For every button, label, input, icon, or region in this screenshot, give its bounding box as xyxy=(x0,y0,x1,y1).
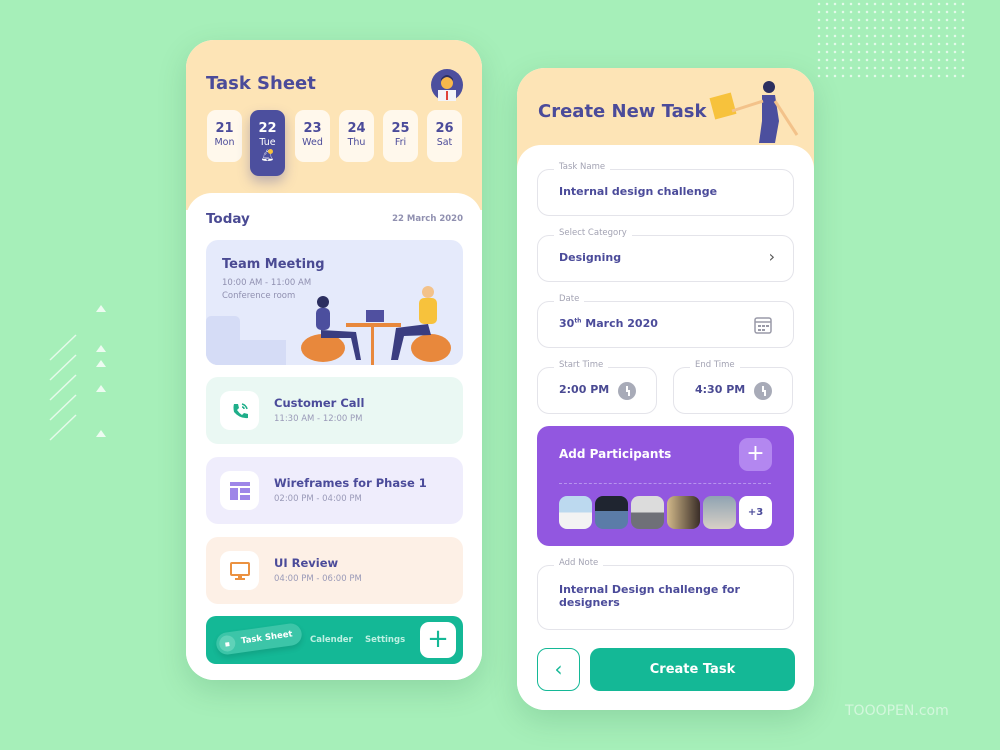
task-sheet-screen: Task Sheet 21 Mon 22 Tue 🔔︎ 23 Wed 24 Thu 25 F… xyxy=(186,40,482,680)
clock-icon xyxy=(754,382,772,400)
day-26[interactable]: 26 Sat xyxy=(427,110,462,162)
note-field[interactable]: Add Note Internal Design challenge for d… xyxy=(537,558,794,630)
day-number: 25 xyxy=(391,121,410,136)
task-title: Customer Call xyxy=(274,396,365,410)
day-name: Fri xyxy=(394,137,407,148)
end-time-field[interactable]: End Time 4:30 PM xyxy=(673,360,793,414)
dot-pattern xyxy=(815,0,965,80)
watermark: TOOOPEN.com xyxy=(845,703,949,719)
day-name: Thu xyxy=(347,137,366,148)
divider xyxy=(559,483,771,484)
day-number: 23 xyxy=(303,121,322,136)
day-name: Tue xyxy=(259,137,276,148)
add-participant-button[interactable]: + xyxy=(739,438,772,471)
grid-icon: ▪ xyxy=(218,634,237,653)
meeting-illustration xyxy=(206,286,451,365)
meeting-title: Team Meeting xyxy=(222,257,325,272)
day-name: Sat xyxy=(436,137,453,148)
task-title: Wireframes for Phase 1 xyxy=(274,476,427,490)
date-field[interactable]: Date 30th March 2020 xyxy=(537,294,794,348)
person-illustration xyxy=(709,81,799,143)
team-meeting-card[interactable]: Team Meeting 10:00 AM - 11:00 AM Confere… xyxy=(206,240,463,365)
today-date: 22 March 2020 xyxy=(392,214,463,224)
nav-settings[interactable]: Settings xyxy=(365,635,405,645)
field-value: Designing xyxy=(559,251,622,264)
task-time: 11:30 AM - 12:00 PM xyxy=(274,414,363,424)
clock-icon xyxy=(618,382,636,400)
decorative-shapes xyxy=(49,305,106,441)
phone-icon xyxy=(220,391,259,430)
day-number: 21 xyxy=(215,121,234,136)
day-name: Mon xyxy=(214,137,235,148)
day-name: Wed xyxy=(302,137,323,148)
create-task-button[interactable]: Create Task xyxy=(590,648,795,691)
day-24[interactable]: 24 Thu xyxy=(339,110,374,162)
task-customer-call[interactable]: Customer Call 11:30 AM - 12:00 PM xyxy=(206,377,463,444)
task-name-field[interactable]: Task Name Internal design challenge xyxy=(537,162,794,216)
field-value: 30th March 2020 xyxy=(559,317,658,330)
field-label: Add Note xyxy=(554,558,604,568)
field-label: End Time xyxy=(690,360,740,370)
field-label: Select Category xyxy=(554,228,632,238)
day-number: 26 xyxy=(435,121,454,136)
date-rest: March 2020 xyxy=(581,317,658,330)
date-day: 30 xyxy=(559,317,575,330)
layout-icon xyxy=(220,471,259,510)
bell-icon: 🔔︎ xyxy=(260,149,275,162)
day-number: 22 xyxy=(258,121,277,136)
more-participants[interactable]: +3 xyxy=(739,496,772,529)
field-value: 4:30 PM xyxy=(695,383,746,396)
participant-avatar[interactable] xyxy=(559,496,592,529)
field-value: Internal design challenge xyxy=(559,185,718,198)
task-time: 04:00 PM - 06:00 PM xyxy=(274,574,362,584)
day-21[interactable]: 21 Mon xyxy=(207,110,242,162)
add-task-button[interactable]: + xyxy=(420,622,456,658)
day-number: 24 xyxy=(347,121,366,136)
nav-label: Task Sheet xyxy=(240,629,294,647)
back-button[interactable]: ‹ xyxy=(537,648,580,691)
participants-card: Add Participants + +3 xyxy=(537,426,794,546)
nav-calender[interactable]: Calender xyxy=(310,635,353,645)
field-label: Date xyxy=(554,294,585,304)
calendar-icon[interactable] xyxy=(754,316,772,334)
participant-avatar[interactable] xyxy=(667,496,700,529)
task-time: 02:00 PM - 04:00 PM xyxy=(274,494,362,504)
avatar[interactable] xyxy=(431,69,463,101)
today-heading: Today xyxy=(206,211,250,227)
start-time-field[interactable]: Start Time 2:00 PM xyxy=(537,360,657,414)
participant-avatar[interactable] xyxy=(703,496,736,529)
task-wireframes[interactable]: Wireframes for Phase 1 02:00 PM - 04:00 … xyxy=(206,457,463,524)
task-title: UI Review xyxy=(274,556,339,570)
day-22[interactable]: 22 Tue 🔔︎ xyxy=(250,110,285,176)
day-25[interactable]: 25 Fri xyxy=(383,110,418,162)
create-task-screen: Create New Task Task Name Internal desig… xyxy=(517,68,814,710)
field-value: 2:00 PM xyxy=(559,383,610,396)
monitor-icon xyxy=(220,551,259,590)
field-value: Internal Design challenge for designers xyxy=(559,583,740,609)
chevron-right-icon: › xyxy=(768,247,775,266)
day-23[interactable]: 23 Wed xyxy=(295,110,330,162)
page-title: Task Sheet xyxy=(206,73,316,94)
field-label: Start Time xyxy=(554,360,609,370)
field-label: Task Name xyxy=(554,162,611,172)
page-title: Create New Task xyxy=(538,101,707,122)
participant-avatar[interactable] xyxy=(631,496,664,529)
bottom-nav: ▪ Task Sheet Calender Settings + xyxy=(206,616,463,664)
participant-avatar[interactable] xyxy=(595,496,628,529)
task-ui-review[interactable]: UI Review 04:00 PM - 06:00 PM xyxy=(206,537,463,604)
category-select[interactable]: Select Category Designing › xyxy=(537,228,794,282)
nav-task-sheet[interactable]: ▪ Task Sheet xyxy=(214,622,304,656)
participants-label: Add Participants xyxy=(559,447,672,461)
